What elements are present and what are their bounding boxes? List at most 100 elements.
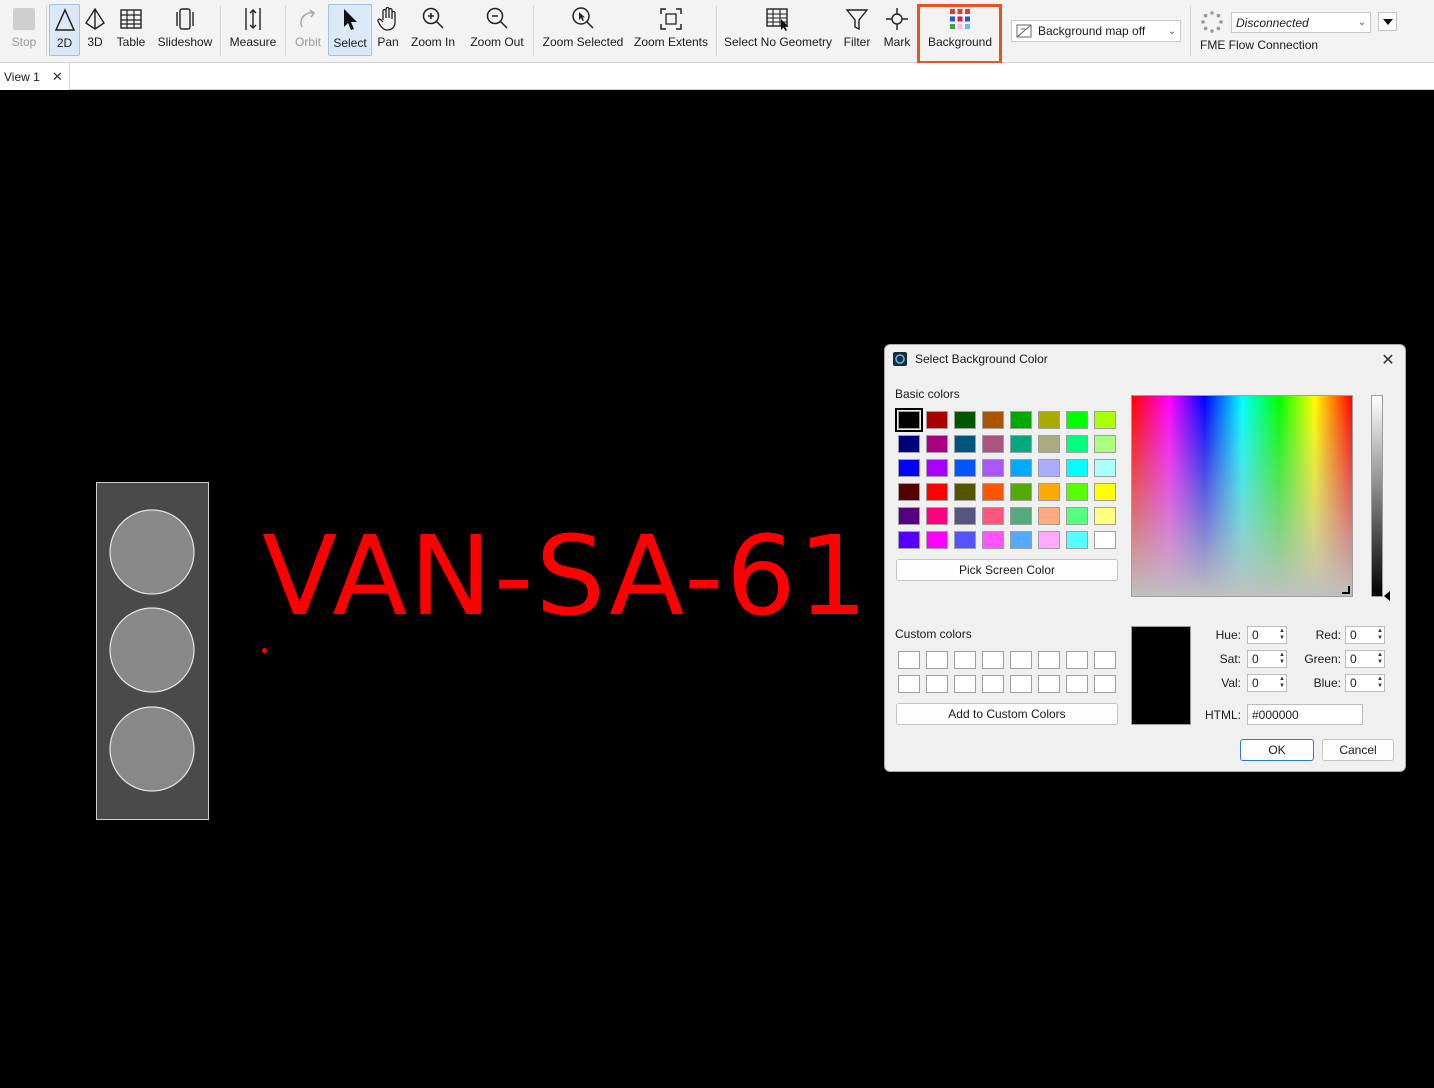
custom-color-swatch[interactable] bbox=[926, 675, 948, 693]
basic-color-swatch[interactable] bbox=[1094, 507, 1116, 525]
basic-color-swatch[interactable] bbox=[954, 411, 976, 429]
spin-arrows-icon[interactable]: ▲ ▼ bbox=[1279, 627, 1285, 643]
orbit-button[interactable]: Orbit bbox=[291, 4, 325, 56]
view-3d-button[interactable]: 3D bbox=[82, 4, 108, 56]
basic-color-swatch[interactable] bbox=[1038, 507, 1060, 525]
basic-color-swatch[interactable] bbox=[982, 459, 1004, 477]
basic-color-swatch[interactable] bbox=[1094, 483, 1116, 501]
basic-color-swatch[interactable] bbox=[1038, 483, 1060, 501]
view-2d-button[interactable]: 2D bbox=[49, 4, 80, 56]
basic-color-swatch[interactable] bbox=[1066, 531, 1088, 549]
pan-button[interactable]: Pan bbox=[374, 4, 402, 56]
basic-color-swatch[interactable] bbox=[926, 411, 948, 429]
basic-color-swatch[interactable] bbox=[1038, 411, 1060, 429]
basic-color-swatch[interactable] bbox=[1066, 459, 1088, 477]
basic-color-swatch[interactable] bbox=[895, 408, 923, 432]
basic-color-swatch[interactable] bbox=[1066, 435, 1088, 453]
mark-button[interactable]: Mark bbox=[880, 4, 914, 56]
basic-color-swatch[interactable] bbox=[982, 411, 1004, 429]
basic-color-swatch[interactable] bbox=[1066, 507, 1088, 525]
basic-color-swatch[interactable] bbox=[926, 435, 948, 453]
custom-color-swatch[interactable] bbox=[1066, 675, 1088, 693]
hue-spinbox[interactable]: 0 ▲ ▼ bbox=[1247, 626, 1287, 644]
basic-color-swatch[interactable] bbox=[1094, 459, 1116, 477]
close-icon[interactable]: ✕ bbox=[52, 69, 63, 85]
basic-color-swatch[interactable] bbox=[1094, 531, 1116, 549]
basic-color-swatch[interactable] bbox=[1066, 483, 1088, 501]
custom-color-swatch[interactable] bbox=[898, 675, 920, 693]
custom-color-swatch[interactable] bbox=[982, 651, 1004, 669]
tab-view-1[interactable]: View 1 ✕ bbox=[0, 63, 70, 90]
pick-screen-color-button[interactable]: Pick Screen Color bbox=[896, 559, 1118, 581]
spin-arrows-icon[interactable]: ▲ ▼ bbox=[1377, 627, 1383, 643]
add-to-custom-colors-button[interactable]: Add to Custom Colors bbox=[896, 703, 1118, 725]
basic-color-swatch[interactable] bbox=[1010, 411, 1032, 429]
custom-color-swatch[interactable] bbox=[1010, 675, 1032, 693]
basic-color-swatch[interactable] bbox=[982, 435, 1004, 453]
basic-color-swatch[interactable] bbox=[898, 531, 920, 549]
basic-color-swatch[interactable] bbox=[1010, 531, 1032, 549]
zoom-in-button[interactable]: Zoom In bbox=[408, 4, 458, 56]
html-color-input[interactable]: #000000 bbox=[1247, 704, 1363, 725]
basic-color-swatch[interactable] bbox=[954, 435, 976, 453]
zoom-extents-button[interactable]: Zoom Extents bbox=[632, 4, 710, 56]
value-slider-arrow-icon[interactable] bbox=[1384, 591, 1390, 601]
zoom-out-button[interactable]: Zoom Out bbox=[466, 4, 528, 56]
basic-color-swatch[interactable] bbox=[898, 459, 920, 477]
table-button[interactable]: Table bbox=[113, 4, 149, 56]
basic-color-swatch[interactable] bbox=[1094, 435, 1116, 453]
red-spinbox[interactable]: 0 ▲ ▼ bbox=[1345, 626, 1385, 644]
basic-color-swatch[interactable] bbox=[926, 483, 948, 501]
green-spinbox[interactable]: 0 ▲ ▼ bbox=[1345, 650, 1385, 668]
custom-color-swatch[interactable] bbox=[1038, 651, 1060, 669]
val-spinbox[interactable]: 0 ▲ ▼ bbox=[1247, 674, 1287, 692]
spin-arrows-icon[interactable]: ▲ ▼ bbox=[1279, 675, 1285, 691]
toolbar-menu-button[interactable] bbox=[1378, 12, 1397, 31]
basic-color-swatch[interactable] bbox=[926, 507, 948, 525]
cancel-button[interactable]: Cancel bbox=[1322, 739, 1394, 761]
custom-color-swatch[interactable] bbox=[926, 651, 948, 669]
basic-color-swatch[interactable] bbox=[1010, 483, 1032, 501]
measure-button[interactable]: Measure bbox=[228, 4, 278, 56]
custom-color-swatch[interactable] bbox=[1094, 651, 1116, 669]
basic-color-swatch[interactable] bbox=[1010, 435, 1032, 453]
hue-saturation-picker[interactable] bbox=[1131, 395, 1353, 597]
basic-color-swatch[interactable] bbox=[1038, 459, 1060, 477]
filter-button[interactable]: Filter bbox=[841, 4, 873, 56]
basic-color-swatch[interactable] bbox=[954, 459, 976, 477]
custom-color-swatch[interactable] bbox=[954, 675, 976, 693]
basic-color-swatch[interactable] bbox=[1066, 411, 1088, 429]
spin-arrows-icon[interactable]: ▲ ▼ bbox=[1377, 651, 1383, 667]
custom-color-swatch[interactable] bbox=[954, 651, 976, 669]
basic-color-swatch[interactable] bbox=[1094, 411, 1116, 429]
basic-color-swatch[interactable] bbox=[898, 483, 920, 501]
custom-color-swatch[interactable] bbox=[1066, 651, 1088, 669]
basic-color-swatch[interactable] bbox=[982, 483, 1004, 501]
basic-color-swatch[interactable] bbox=[898, 507, 920, 525]
ok-button[interactable]: OK bbox=[1240, 739, 1314, 761]
dialog-close-icon[interactable]: ✕ bbox=[1379, 350, 1397, 370]
basic-color-swatch[interactable] bbox=[954, 507, 976, 525]
select-no-geometry-button[interactable]: Select No Geometry bbox=[723, 4, 833, 56]
basic-color-swatch[interactable] bbox=[954, 483, 976, 501]
basic-color-swatch[interactable] bbox=[1038, 531, 1060, 549]
basic-color-swatch[interactable] bbox=[1038, 435, 1060, 453]
background-map-dropdown[interactable]: Background map off ⌄ bbox=[1011, 20, 1181, 42]
basic-color-swatch[interactable] bbox=[954, 531, 976, 549]
stop-button[interactable]: Stop bbox=[6, 4, 42, 56]
zoom-selected-button[interactable]: Zoom Selected bbox=[541, 4, 625, 56]
basic-color-swatch[interactable] bbox=[982, 531, 1004, 549]
custom-color-swatch[interactable] bbox=[898, 651, 920, 669]
custom-color-swatch[interactable] bbox=[982, 675, 1004, 693]
custom-color-swatch[interactable] bbox=[1094, 675, 1116, 693]
basic-color-swatch[interactable] bbox=[926, 459, 948, 477]
basic-color-swatch[interactable] bbox=[1010, 507, 1032, 525]
custom-color-swatch[interactable] bbox=[1010, 651, 1032, 669]
basic-color-swatch[interactable] bbox=[898, 435, 920, 453]
select-button[interactable]: Select bbox=[328, 4, 372, 56]
spin-arrows-icon[interactable]: ▲ ▼ bbox=[1279, 651, 1285, 667]
value-slider[interactable] bbox=[1371, 395, 1383, 597]
connection-status-dropdown[interactable]: Disconnected ⌄ bbox=[1231, 12, 1371, 33]
spin-arrows-icon[interactable]: ▲ ▼ bbox=[1377, 675, 1383, 691]
custom-color-swatch[interactable] bbox=[1038, 675, 1060, 693]
